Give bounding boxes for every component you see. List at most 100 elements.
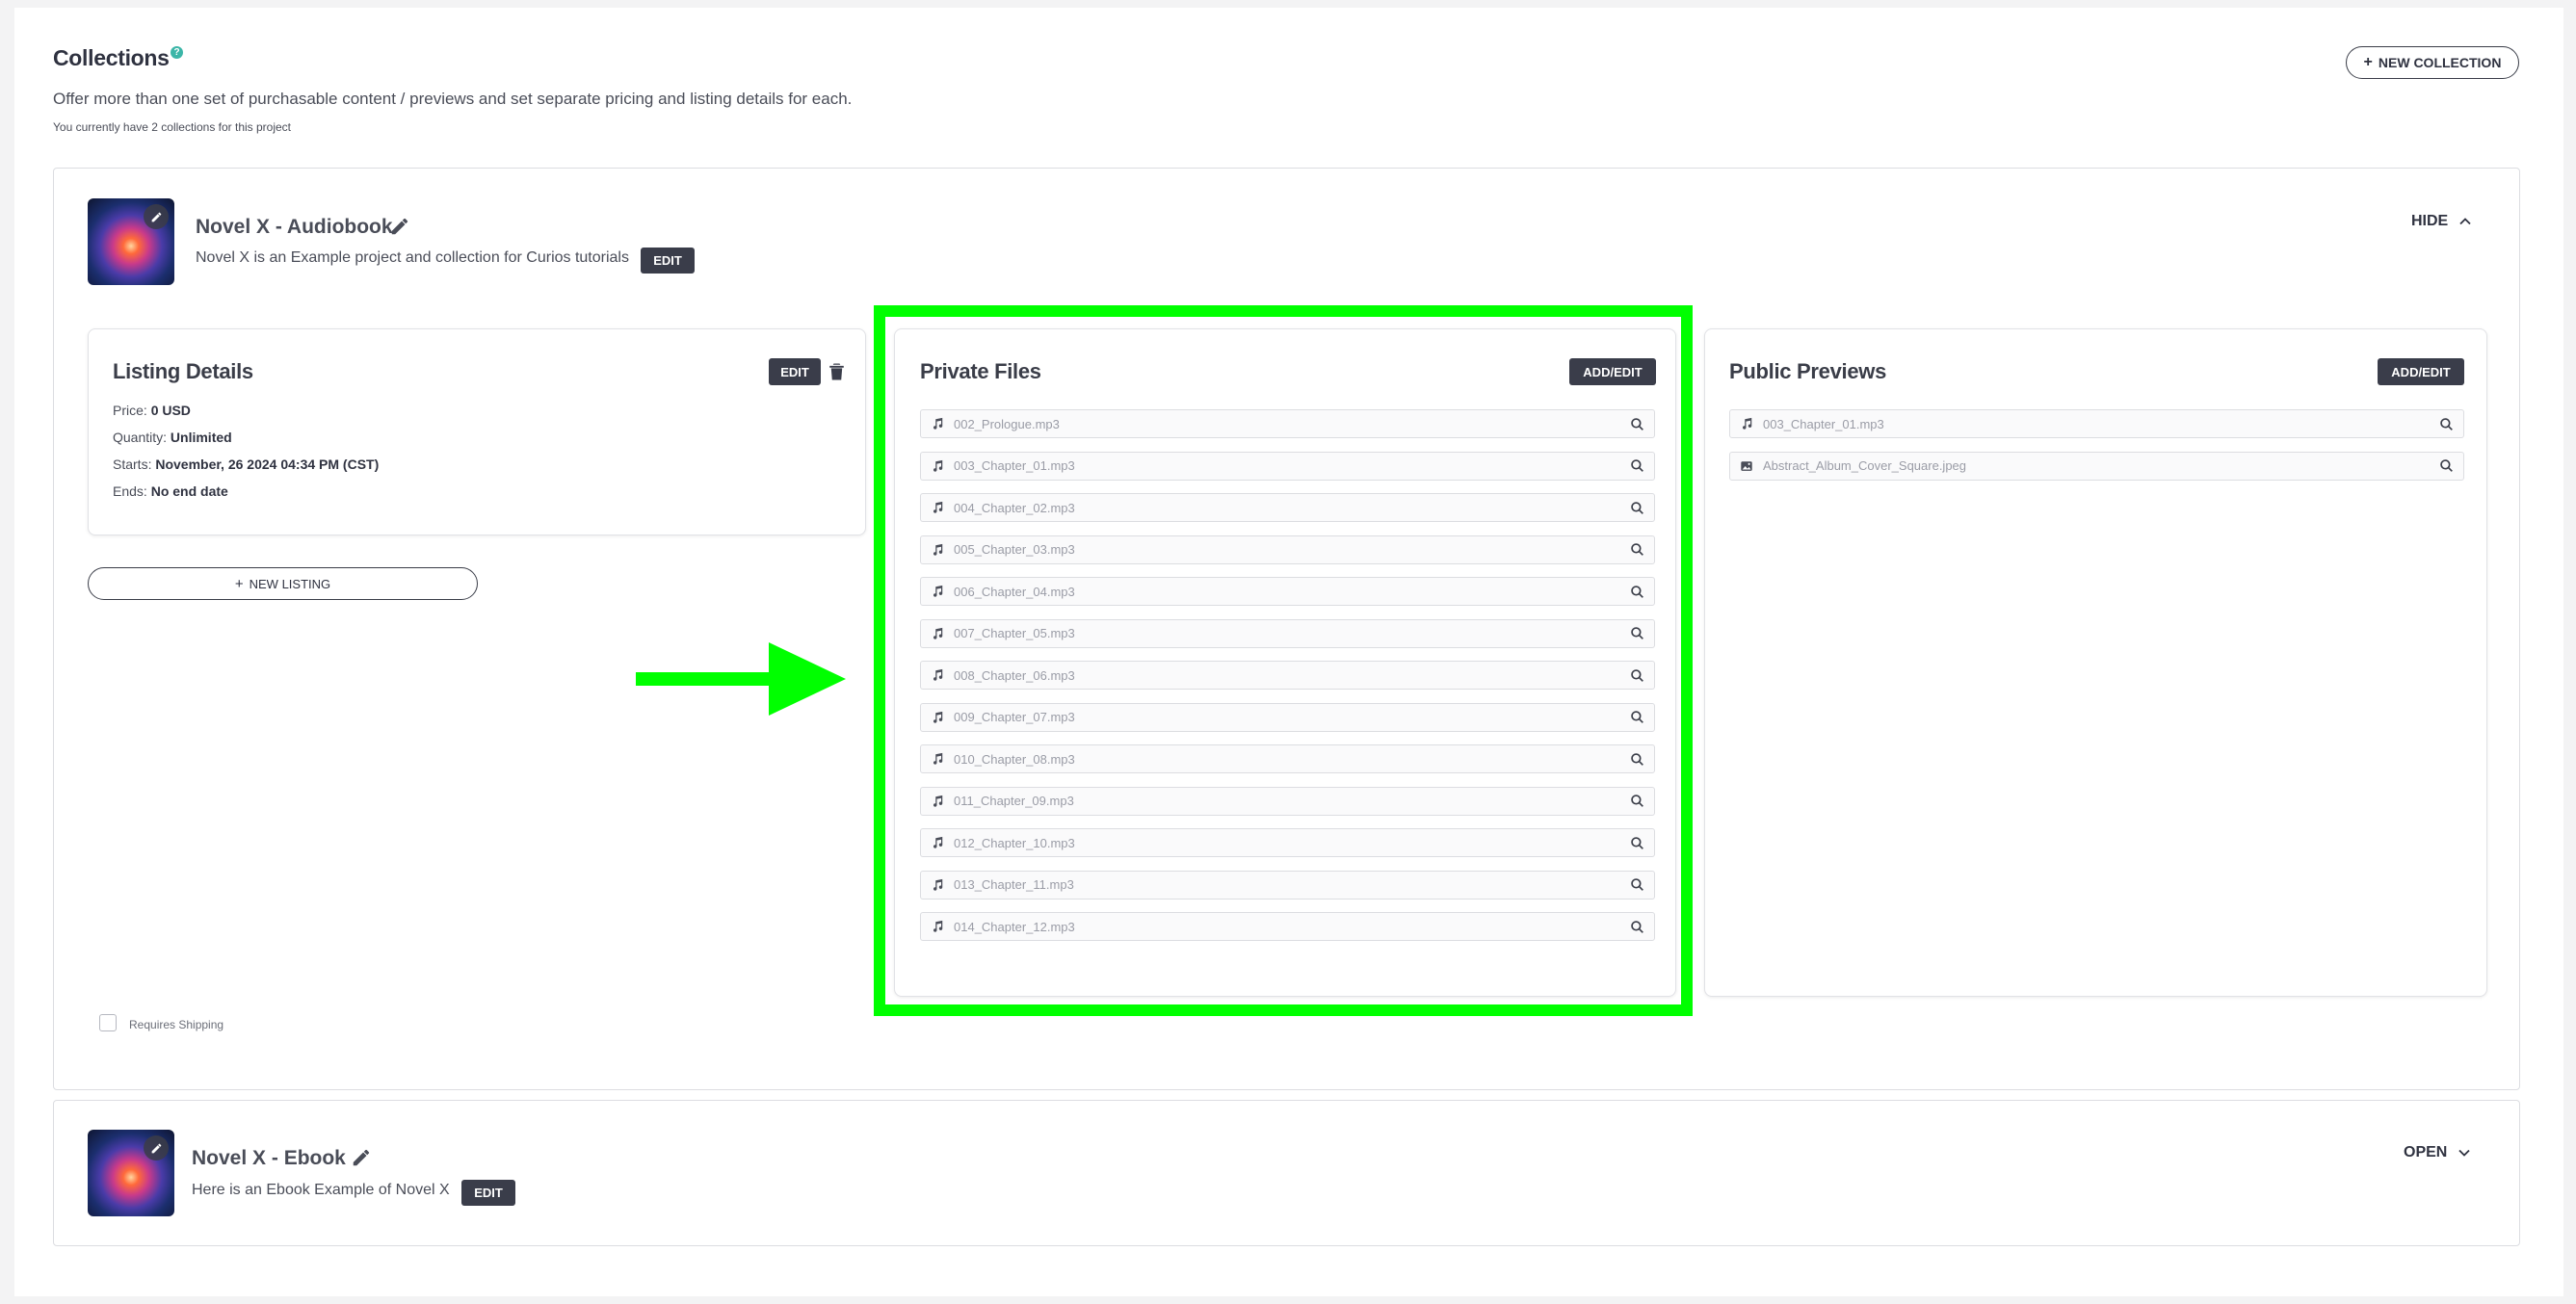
file-row[interactable]: 005_Chapter_03.mp3 bbox=[920, 535, 1655, 564]
file-row[interactable]: 011_Chapter_09.mp3 bbox=[920, 786, 1655, 816]
collection-description: Novel X is an Example project and collec… bbox=[196, 249, 629, 266]
add-edit-private-files-button[interactable]: ADD/EDIT bbox=[1569, 358, 1656, 385]
search-icon[interactable] bbox=[1630, 710, 1644, 724]
pencil-icon[interactable] bbox=[351, 1147, 372, 1173]
search-icon[interactable] bbox=[1630, 752, 1644, 767]
file-row[interactable]: Abstract_Album_Cover_Square.jpeg bbox=[1729, 451, 2464, 481]
search-icon[interactable] bbox=[1630, 542, 1644, 557]
search-icon[interactable] bbox=[1630, 626, 1644, 640]
music-note-icon bbox=[931, 501, 944, 514]
music-note-icon bbox=[931, 711, 944, 724]
music-note-icon bbox=[931, 627, 944, 640]
file-row[interactable]: 003_Chapter_01.mp3 bbox=[1729, 409, 2464, 438]
file-name: 012_Chapter_10.mp3 bbox=[954, 835, 1075, 850]
file-name: 002_Prologue.mp3 bbox=[954, 416, 1060, 431]
file-row[interactable]: 008_Chapter_06.mp3 bbox=[920, 661, 1655, 690]
music-note-icon bbox=[931, 836, 944, 849]
file-name: 004_Chapter_02.mp3 bbox=[954, 500, 1075, 515]
listing-ends: Ends: No end date bbox=[113, 483, 228, 499]
music-note-icon bbox=[931, 417, 944, 430]
collection-description: Here is an Ebook Example of Novel X bbox=[192, 1182, 450, 1198]
file-name: 003_Chapter_01.mp3 bbox=[954, 458, 1075, 473]
search-icon[interactable] bbox=[2439, 417, 2454, 431]
file-name: 011_Chapter_09.mp3 bbox=[954, 794, 1074, 808]
new-collection-button[interactable]: + NEW COLLECTION bbox=[2346, 46, 2519, 79]
file-row[interactable]: 003_Chapter_01.mp3 bbox=[920, 451, 1655, 481]
music-note-icon bbox=[931, 752, 944, 766]
open-toggle[interactable]: OPEN bbox=[2404, 1144, 2472, 1161]
music-note-icon bbox=[931, 585, 944, 598]
listing-quantity: Quantity: Unlimited bbox=[113, 430, 232, 445]
search-icon[interactable] bbox=[1630, 417, 1644, 431]
file-row[interactable]: 012_Chapter_10.mp3 bbox=[920, 828, 1655, 857]
music-note-icon bbox=[931, 795, 944, 808]
image-icon bbox=[1740, 459, 1753, 473]
pencil-icon[interactable] bbox=[389, 216, 410, 242]
file-row[interactable]: 004_Chapter_02.mp3 bbox=[920, 493, 1655, 522]
new-listing-button[interactable]: + NEW LISTING bbox=[88, 567, 478, 600]
pencil-icon[interactable] bbox=[144, 204, 169, 229]
page-title: Collections bbox=[53, 45, 170, 70]
search-icon[interactable] bbox=[1630, 501, 1644, 515]
listing-price: Price: 0 USD bbox=[113, 403, 191, 418]
file-name: 009_Chapter_07.mp3 bbox=[954, 710, 1075, 724]
file-row[interactable]: 010_Chapter_08.mp3 bbox=[920, 744, 1655, 773]
search-icon[interactable] bbox=[2439, 458, 2454, 473]
file-name: 013_Chapter_11.mp3 bbox=[954, 877, 1074, 892]
add-edit-public-previews-button[interactable]: ADD/EDIT bbox=[2378, 358, 2464, 385]
search-icon[interactable] bbox=[1630, 877, 1644, 892]
hide-toggle[interactable]: HIDE bbox=[2411, 213, 2473, 230]
file-row[interactable]: 013_Chapter_11.mp3 bbox=[920, 870, 1655, 900]
requires-shipping-label: Requires Shipping bbox=[129, 1018, 224, 1031]
file-name: 014_Chapter_12.mp3 bbox=[954, 919, 1075, 934]
green-arrow-icon bbox=[636, 642, 846, 716]
collection-thumbnail[interactable] bbox=[88, 1130, 174, 1216]
collection-thumbnail[interactable] bbox=[88, 198, 174, 285]
file-name: 006_Chapter_04.mp3 bbox=[954, 584, 1075, 599]
chevron-down-icon bbox=[2458, 1149, 2470, 1157]
private-files-title: Private Files bbox=[920, 359, 1041, 383]
edit-collection-button[interactable]: EDIT bbox=[641, 248, 695, 274]
help-icon[interactable]: ? bbox=[171, 46, 183, 59]
file-name: 003_Chapter_01.mp3 bbox=[1763, 416, 1884, 431]
file-row[interactable]: 006_Chapter_04.mp3 bbox=[920, 577, 1655, 606]
music-note-icon bbox=[931, 543, 944, 557]
chevron-up-icon bbox=[2459, 218, 2471, 225]
public-previews-title: Public Previews bbox=[1729, 359, 1887, 383]
edit-listing-button[interactable]: EDIT bbox=[769, 358, 821, 385]
plus-icon: + bbox=[234, 575, 244, 592]
file-name: 008_Chapter_06.mp3 bbox=[954, 667, 1075, 683]
file-row[interactable]: 014_Chapter_12.mp3 bbox=[920, 912, 1655, 941]
pencil-icon[interactable] bbox=[144, 1135, 169, 1161]
search-icon[interactable] bbox=[1630, 585, 1644, 599]
listing-starts: Starts: November, 26 2024 04:34 PM (CST) bbox=[113, 456, 380, 472]
file-row[interactable]: 002_Prologue.mp3 bbox=[920, 409, 1655, 438]
collection-count: You currently have 2 collections for thi… bbox=[53, 120, 292, 134]
search-icon[interactable] bbox=[1630, 458, 1644, 473]
file-row[interactable]: 007_Chapter_05.mp3 bbox=[920, 618, 1655, 648]
file-name: 007_Chapter_05.mp3 bbox=[954, 626, 1075, 640]
music-note-icon bbox=[931, 920, 944, 933]
edit-collection-button[interactable]: EDIT bbox=[461, 1180, 515, 1206]
collection-card-ebook bbox=[53, 1100, 2520, 1246]
music-note-icon bbox=[931, 459, 944, 473]
collection-name: Novel X - Ebook bbox=[192, 1147, 346, 1169]
music-note-icon bbox=[1740, 417, 1753, 430]
listing-details-title: Listing Details bbox=[113, 359, 253, 383]
page: Collections ? Offer more than one set of… bbox=[14, 8, 2563, 1296]
file-name: Abstract_Album_Cover_Square.jpeg bbox=[1763, 458, 1967, 473]
plus-icon: + bbox=[2363, 54, 2373, 70]
file-row[interactable]: 009_Chapter_07.mp3 bbox=[920, 702, 1655, 732]
file-name: 005_Chapter_03.mp3 bbox=[954, 542, 1075, 557]
search-icon[interactable] bbox=[1630, 920, 1644, 934]
search-icon[interactable] bbox=[1630, 668, 1644, 683]
requires-shipping-checkbox[interactable] bbox=[99, 1014, 117, 1031]
search-icon[interactable] bbox=[1630, 836, 1644, 850]
trash-icon[interactable] bbox=[828, 362, 845, 386]
music-note-icon bbox=[931, 878, 944, 892]
music-note-icon bbox=[931, 668, 944, 682]
file-name: 010_Chapter_08.mp3 bbox=[954, 751, 1075, 767]
collection-name: Novel X - Audiobook bbox=[196, 216, 393, 238]
page-description: Offer more than one set of purchasable c… bbox=[53, 90, 853, 108]
search-icon[interactable] bbox=[1630, 794, 1644, 808]
